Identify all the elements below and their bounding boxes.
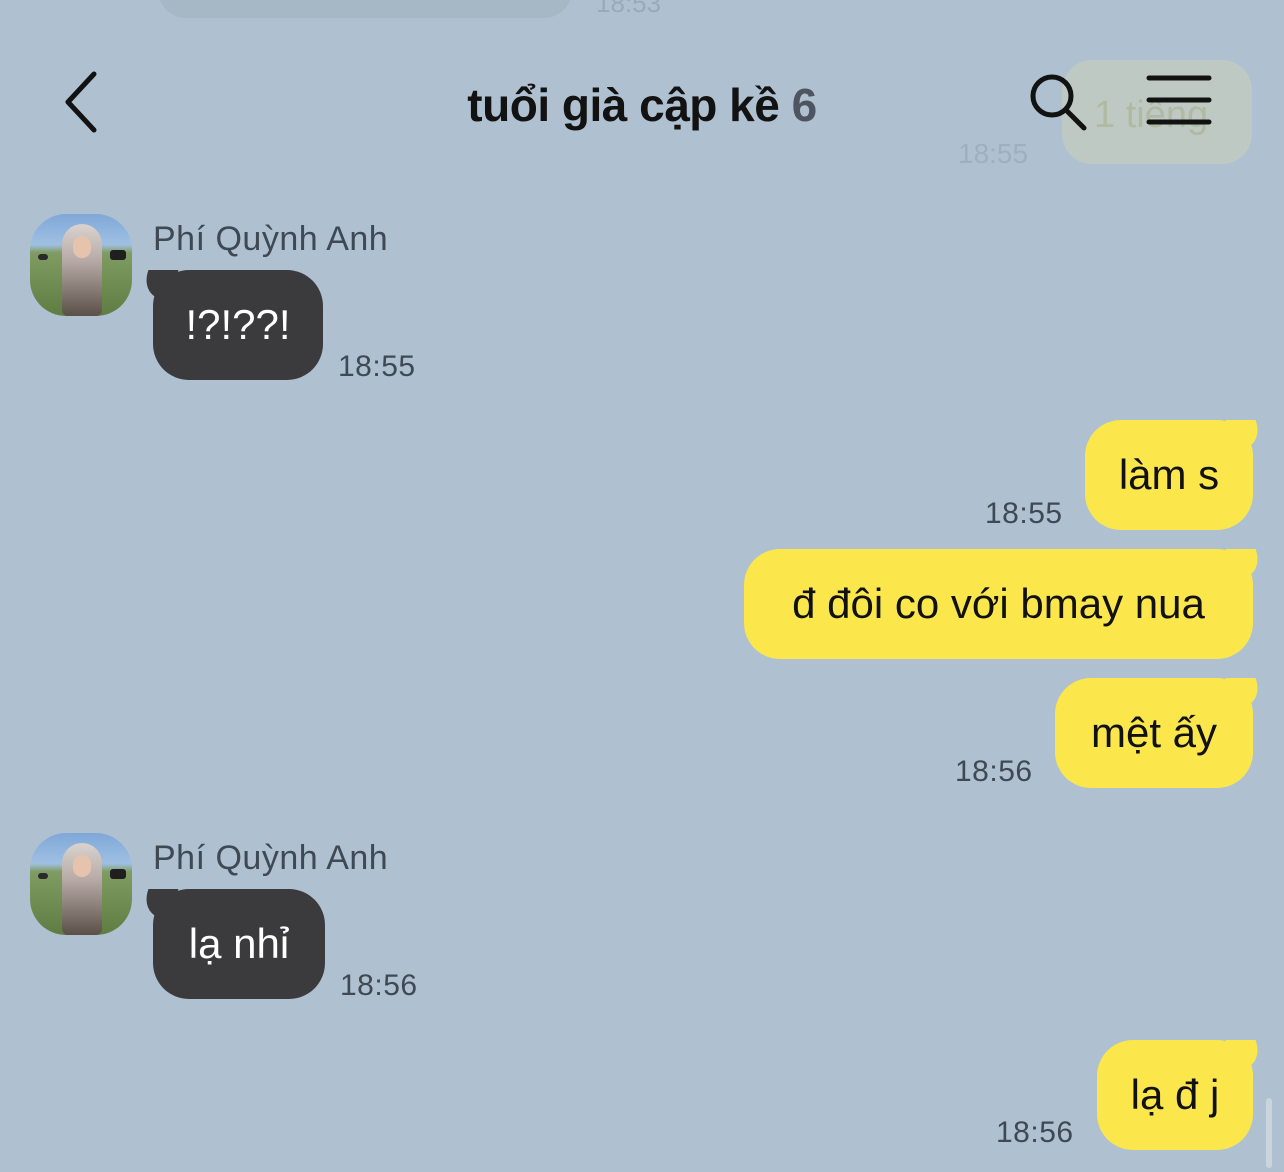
message-text: mệt ấy <box>1090 709 1218 756</box>
message-time: 18:55 <box>338 350 416 383</box>
chat-title: tuổi già cập kề 6 <box>0 78 1284 132</box>
hamburger-menu-icon[interactable] <box>1146 74 1212 126</box>
outgoing-message-bubble[interactable]: mệt ấy <box>1055 678 1253 788</box>
outgoing-message-bubble[interactable]: đ đôi co với bmay nua <box>744 549 1253 659</box>
incoming-message-bubble[interactable]: !?!??! <box>153 270 323 380</box>
message-time: 18:56 <box>340 969 418 1002</box>
chat-header: tuổi già cập kề 6 <box>0 0 1284 190</box>
outgoing-message-bubble[interactable]: làm s <box>1085 420 1253 530</box>
message-text: lạ đ j <box>1130 1071 1220 1118</box>
outgoing-message-bubble[interactable]: lạ đ j <box>1097 1040 1253 1150</box>
message-time: 18:56 <box>955 755 1033 788</box>
avatar-detail <box>38 254 48 260</box>
scrollbar[interactable] <box>1266 1098 1272 1168</box>
avatar-detail <box>38 873 48 879</box>
message-text: lạ nhỉ <box>188 920 290 967</box>
avatar[interactable] <box>30 833 132 935</box>
message-text: !?!??! <box>185 301 291 348</box>
sender-name: Phí Quỳnh Anh <box>153 220 389 258</box>
avatar-detail <box>110 869 126 879</box>
search-icon[interactable] <box>1028 72 1088 132</box>
avatar-detail <box>110 250 126 260</box>
message-time: 18:56 <box>996 1116 1074 1149</box>
avatar[interactable] <box>30 214 132 316</box>
message-time: 18:55 <box>985 497 1063 530</box>
message-text: làm s <box>1118 451 1220 498</box>
incoming-message-bubble[interactable]: lạ nhỉ <box>153 889 325 999</box>
avatar-detail <box>73 236 91 258</box>
member-count: 6 <box>791 79 818 131</box>
message-text: đ đôi co với bmay nua <box>792 580 1205 627</box>
sender-name: Phí Quỳnh Anh <box>153 839 389 877</box>
avatar-detail <box>73 855 91 877</box>
chat-name: tuổi già cập kề <box>467 79 780 131</box>
